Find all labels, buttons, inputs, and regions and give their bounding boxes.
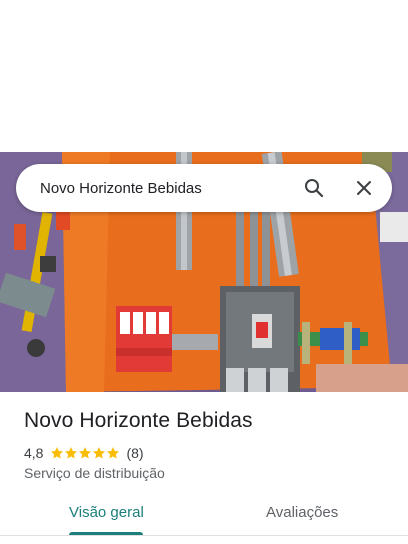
place-category: Serviço de distribuição bbox=[24, 465, 165, 481]
rating-stars bbox=[50, 446, 120, 460]
star-icon bbox=[65, 447, 78, 459]
star-icon bbox=[107, 447, 120, 459]
search-query-text[interactable]: Novo Horizonte Bebidas bbox=[40, 180, 298, 197]
search-icon bbox=[305, 179, 324, 198]
close-icon bbox=[357, 181, 371, 195]
rating-value: 4,8 bbox=[24, 445, 44, 461]
tab-reviews[interactable]: Avaliações bbox=[266, 504, 338, 521]
tab-overview[interactable]: Visão geral bbox=[69, 504, 144, 521]
review-count: (8) bbox=[126, 445, 144, 461]
tabs-divider bbox=[0, 535, 408, 536]
blank-area bbox=[0, 0, 408, 152]
place-title: Novo Horizonte Bebidas bbox=[24, 409, 253, 432]
star-icon bbox=[51, 447, 64, 459]
search-button[interactable] bbox=[298, 172, 330, 204]
star-icon bbox=[79, 447, 92, 459]
rating-row[interactable]: 4,8 (8) bbox=[24, 444, 144, 462]
star-icon bbox=[93, 447, 106, 459]
close-button[interactable] bbox=[348, 172, 380, 204]
search-bar[interactable]: Novo Horizonte Bebidas bbox=[16, 164, 392, 212]
